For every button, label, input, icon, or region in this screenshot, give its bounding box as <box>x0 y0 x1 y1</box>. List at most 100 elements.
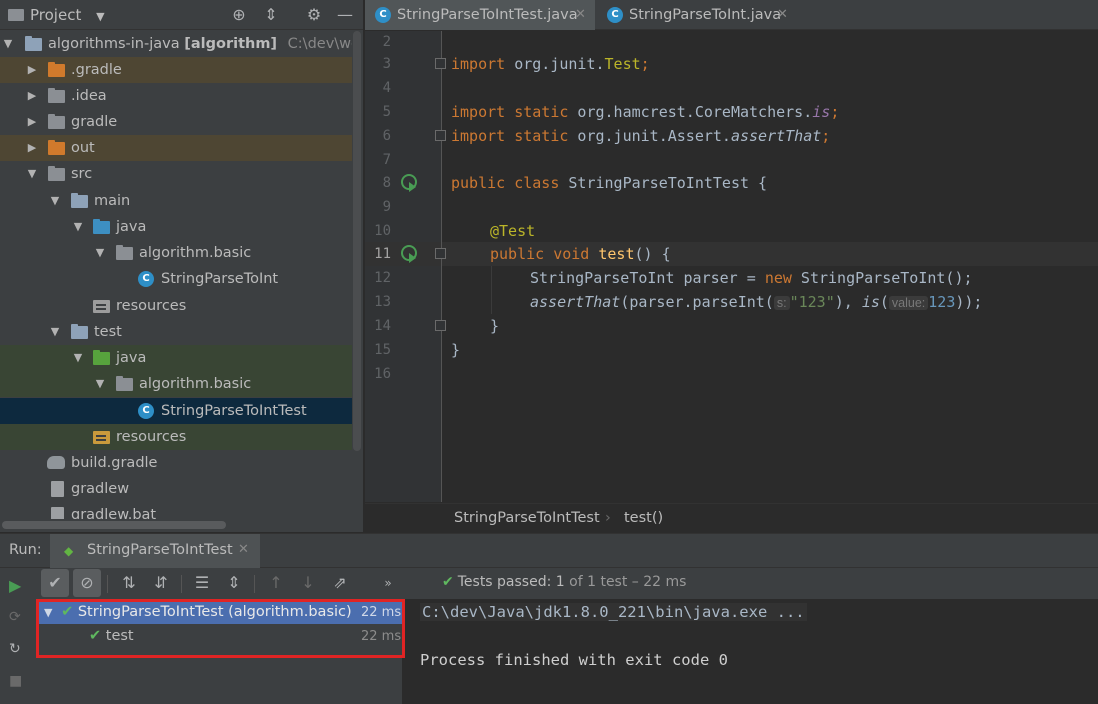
previous-test-icon[interactable]: ↑ <box>262 569 290 597</box>
file-icon <box>51 507 64 519</box>
close-icon[interactable]: ✕ <box>777 0 788 30</box>
tree-horizontal-scrollbar[interactable] <box>2 521 226 529</box>
tab-stringparsetointtest[interactable]: C StringParseToIntTest.java ✕ <box>365 0 595 30</box>
chevron-down-icon: ▼ <box>96 10 105 23</box>
tree-item-stringparsetointtest[interactable]: C StringParseToIntTest <box>0 398 352 424</box>
rerun-icon[interactable]: ▶ <box>9 576 27 595</box>
tree-item-root[interactable]: ▼ algorithms-in-java [algorithm] C:\dev\… <box>0 31 352 57</box>
module-name: [algorithm] <box>184 36 278 52</box>
console-output[interactable]: C:\dev\Java\jdk1.8.0_221\bin\java.exe ..… <box>402 599 1098 704</box>
console-exit-line: Process finished with exit code 0 <box>420 651 728 669</box>
run-tab-stringparsetointtest[interactable]: ◆ StringParseToIntTest ✕ <box>50 534 260 568</box>
tree-item-test-package[interactable]: ▼ algorithm.basic <box>0 371 352 397</box>
locate-icon[interactable]: ⊕ <box>229 5 249 25</box>
tree-item-gradle-cache[interactable]: ▶ .gradle <box>0 57 352 83</box>
module-folder-icon <box>71 193 88 208</box>
toggle-auto-test-icon[interactable]: ↻ <box>9 641 27 659</box>
expand-arrow-icon[interactable]: ▼ <box>25 161 39 187</box>
tree-item-src[interactable]: ▼ src <box>0 161 352 187</box>
expand-arrow-icon[interactable]: ▶ <box>25 83 39 109</box>
tree-item-main-package[interactable]: ▼ algorithm.basic <box>0 240 352 266</box>
folder-icon <box>48 88 65 103</box>
tree-item-gradlew[interactable]: gradlew <box>0 476 352 502</box>
tree-item-out[interactable]: ▶ out <box>0 135 352 161</box>
show-ignored-icon[interactable]: ⊘ <box>73 569 101 597</box>
tree-item-idea[interactable]: ▶ .idea <box>0 83 352 109</box>
line-number: 10 <box>374 223 391 239</box>
test-status: ✔ Tests passed: 1 of 1 test – 22 ms <box>442 574 686 590</box>
tree-item-gradle[interactable]: ▶ gradle <box>0 109 352 135</box>
breadcrumb-method[interactable]: test() <box>624 510 663 526</box>
tree-item-label: java <box>116 350 147 366</box>
expand-arrow-icon[interactable]: ▼ <box>48 188 62 214</box>
sort-alphabetically-icon[interactable]: ⇅ <box>115 569 143 597</box>
tree-item-test[interactable]: ▼ test <box>0 319 352 345</box>
expand-arrow-icon[interactable]: ▶ <box>25 109 39 135</box>
expand-arrow-icon[interactable]: ▼ <box>93 240 107 266</box>
tree-item-label: test <box>94 324 122 340</box>
excluded-folder-icon <box>48 62 65 77</box>
breadcrumb-class[interactable]: StringParseToIntTest <box>454 510 600 526</box>
tree-item-test-java[interactable]: ▼ java <box>0 345 352 371</box>
toolbar-separator <box>181 575 182 593</box>
tree-item-label: src <box>71 166 93 182</box>
run-label: Run: <box>9 542 42 558</box>
expand-arrow-icon[interactable]: ▶ <box>25 135 39 161</box>
line-number: 8 <box>382 175 391 191</box>
expand-all-icon[interactable]: ☰ <box>188 569 216 597</box>
code-line-6: import static org.junit.Assert.assertTha… <box>451 127 831 145</box>
tab-stringparsetoint[interactable]: C StringParseToInt.java ✕ <box>597 0 797 30</box>
fold-marker-icon[interactable] <box>435 320 446 331</box>
tree-item-main-resources[interactable]: resources <box>0 293 352 319</box>
tree-item-label: gradlew.bat <box>71 507 157 519</box>
status-prefix: Tests passed: <box>457 574 552 590</box>
stop-icon[interactable]: ■ <box>9 673 27 691</box>
expand-arrow-icon[interactable]: ▼ <box>48 319 62 345</box>
collapse-all-icon[interactable]: ⇕ <box>220 569 248 597</box>
expand-arrow-icon[interactable]: ▼ <box>71 214 85 240</box>
run-test-icon[interactable] <box>401 245 417 263</box>
console-command-line[interactable]: C:\dev\Java\jdk1.8.0_221\bin\java.exe ..… <box>420 603 807 621</box>
tree-item-stringparsetoint[interactable]: C StringParseToInt <box>0 266 352 292</box>
package-icon <box>116 245 133 260</box>
source-folder-icon <box>93 219 110 234</box>
run-side-toolbar: ▶ ⟳ ↻ ■ <box>0 569 34 704</box>
breadcrumb: StringParseToIntTest › test() <box>365 503 1098 532</box>
fold-marker-icon[interactable] <box>435 58 446 69</box>
expand-arrow-icon[interactable]: ▼ <box>1 31 15 57</box>
more-icon[interactable]: » <box>374 569 402 597</box>
annotation-highlight-box <box>36 599 405 658</box>
export-results-icon[interactable]: ⇗ <box>326 569 354 597</box>
indent-guide <box>491 266 492 314</box>
tree-item-label: gradlew <box>71 481 130 497</box>
close-icon[interactable]: ✕ <box>575 0 586 30</box>
next-test-icon[interactable]: ↓ <box>294 569 322 597</box>
line-number: 12 <box>374 270 391 286</box>
tree-item-gradlew-bat[interactable]: gradlew.bat <box>0 502 352 519</box>
project-view-selector[interactable]: Project ▼ <box>8 6 105 24</box>
sort-by-duration-icon[interactable]: ⇵ <box>147 569 175 597</box>
expand-arrow-icon[interactable]: ▶ <box>25 57 39 83</box>
close-icon[interactable]: ✕ <box>238 542 249 557</box>
tree-item-main[interactable]: ▼ main <box>0 188 352 214</box>
tree-vertical-scrollbar[interactable] <box>353 31 361 451</box>
project-panel: Project ▼ ⊕ ⇕ ⚙ — ▼ algorithms-in-java [… <box>0 0 363 532</box>
tab-label: StringParseToIntTest.java <box>397 7 578 23</box>
tree-item-test-resources[interactable]: resources <box>0 424 352 450</box>
collapse-all-icon[interactable]: ⇕ <box>261 5 281 25</box>
fold-marker-icon[interactable] <box>435 130 446 141</box>
run-test-icon[interactable] <box>401 174 417 192</box>
expand-arrow-icon[interactable]: ▼ <box>93 371 107 397</box>
rerun-failed-icon[interactable]: ⟳ <box>9 609 27 627</box>
line-number: 14 <box>374 318 391 334</box>
show-passed-icon[interactable]: ✔ <box>41 569 69 597</box>
expand-arrow-icon[interactable]: ▼ <box>71 345 85 371</box>
toolbar-separator <box>107 575 108 593</box>
test-class-icon: C <box>138 403 154 419</box>
fold-marker-icon[interactable] <box>435 248 446 259</box>
tree-item-main-java[interactable]: ▼ java <box>0 214 352 240</box>
gear-icon[interactable]: ⚙ <box>304 5 324 25</box>
tree-item-build-gradle[interactable]: build.gradle <box>0 450 352 476</box>
line-number: 5 <box>382 104 391 120</box>
hide-panel-icon[interactable]: — <box>335 5 355 25</box>
